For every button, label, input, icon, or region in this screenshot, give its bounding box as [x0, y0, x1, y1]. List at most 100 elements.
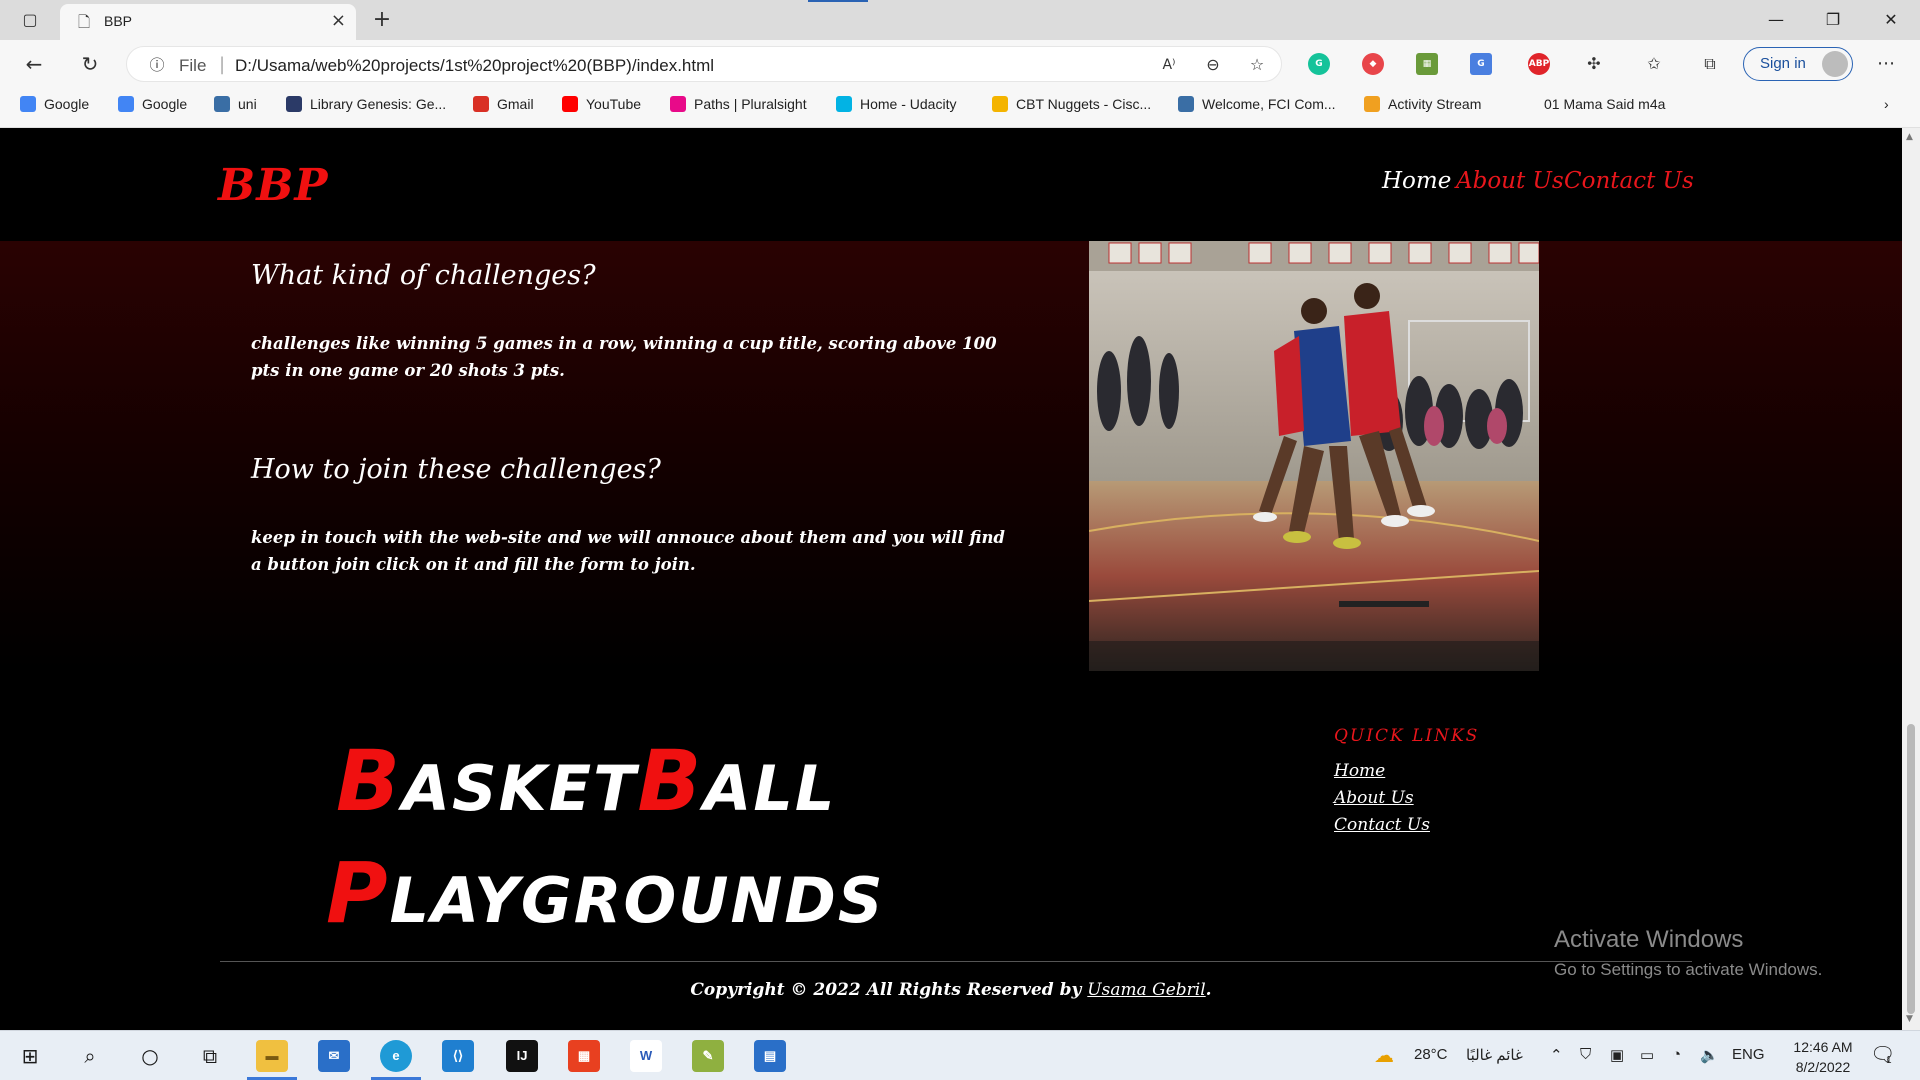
bookmark-label: Home - Udacity	[860, 96, 957, 112]
bookmark-label: Library Genesis: Ge...	[310, 96, 447, 112]
grammarly-icon[interactable]: G	[1308, 53, 1330, 75]
back-icon[interactable]: ←	[22, 52, 46, 76]
weather-text[interactable]: غائم غالبًا	[1466, 1046, 1523, 1064]
more-options-icon[interactable]: ⋯	[1874, 52, 1898, 76]
url-text[interactable]: D:/Usama/web%20projects/1st%20project%20…	[235, 56, 714, 76]
copyright-end: .	[1205, 980, 1212, 1000]
activate-windows-subtitle: Go to Settings to activate Windows.	[1554, 960, 1823, 979]
mail-icon[interactable]: ✉	[318, 1040, 350, 1072]
paint-icon[interactable]: ✎	[692, 1040, 724, 1072]
close-window-button[interactable]: ✕	[1871, 6, 1911, 34]
section-paragraph: keep in touch with the web-site and we w…	[251, 524, 1005, 578]
weather-temp[interactable]: 28°C	[1414, 1046, 1448, 1063]
clock-time: 12:46 AM	[1793, 1039, 1853, 1055]
restore-button[interactable]: ❐	[1813, 6, 1853, 34]
zoom-icon[interactable]: ⊖	[1201, 53, 1225, 77]
office-app-icon[interactable]: ▦	[568, 1040, 600, 1072]
bookmark-item[interactable]: Home - Udacity	[836, 96, 956, 112]
word-icon[interactable]: W	[630, 1040, 662, 1072]
volume-icon[interactable]: 🔈	[1700, 1046, 1719, 1064]
hidden-icons-chevron-icon[interactable]: ⌃	[1550, 1046, 1563, 1064]
cortana-icon[interactable]: ○	[134, 1040, 166, 1072]
read-aloud-icon[interactable]: A⁾	[1157, 53, 1181, 77]
vscode-icon[interactable]: ⟨⟩	[442, 1040, 474, 1072]
brand-initial: B	[637, 732, 704, 830]
section-paragraph: challenges like winning 5 games in a row…	[251, 330, 997, 384]
author-link[interactable]: Usama Gebril	[1087, 980, 1205, 1000]
extensions-icon[interactable]: ✣	[1582, 52, 1606, 76]
footer-brand-line2: PLAYGROUNDS	[326, 844, 885, 942]
bookmark-label: YouTube	[586, 96, 642, 112]
quick-link-home[interactable]: Home	[1334, 761, 1385, 781]
refresh-icon[interactable]: ↻	[78, 52, 102, 76]
bookmark-item[interactable]: Library Genesis: Ge...	[286, 96, 446, 112]
bookmark-label: Google	[142, 96, 188, 112]
favorites-icon[interactable]: ✩	[1642, 52, 1666, 76]
footer-divider	[220, 961, 1692, 962]
footer-brand-line1: BASKETBALL	[336, 732, 836, 830]
nav-home-link[interactable]: Home	[1382, 168, 1451, 194]
section-heading: How to join these challenges?	[251, 454, 661, 485]
scroll-up-icon[interactable]: ▲	[1906, 132, 1913, 142]
wifi-icon[interactable]: ◔	[1672, 1046, 1681, 1063]
bookmark-item[interactable]: YouTube	[562, 96, 641, 112]
store-icon[interactable]: ▤	[754, 1040, 786, 1072]
bookmarks-overflow-chevron-icon[interactable]: ›	[1884, 96, 1889, 112]
bookmark-item[interactable]: Google	[118, 96, 187, 112]
nav-about-link[interactable]: About Us	[1456, 168, 1564, 194]
meet-now-icon[interactable]: ▣	[1610, 1046, 1624, 1064]
page-scrollbar[interactable]: ▲ ▼	[1902, 128, 1920, 1030]
bookmark-item[interactable]: uni	[214, 96, 257, 112]
start-icon[interactable]: ⊞	[14, 1040, 46, 1072]
language-indicator[interactable]: ENG	[1732, 1046, 1765, 1063]
quick-link-contact[interactable]: Contact Us	[1334, 815, 1430, 835]
bookmark-label: Activity Stream	[1388, 96, 1482, 112]
bookmark-label: uni	[238, 96, 257, 112]
clock[interactable]: 12:46 AM 8/2/2022	[1778, 1037, 1868, 1077]
sign-in-label: Sign in	[1760, 55, 1806, 72]
web-page: BBP Home About Us Contact Us What kind o…	[0, 128, 1902, 1030]
close-tab-icon[interactable]: ×	[331, 10, 346, 31]
favorite-star-icon[interactable]: ☆	[1245, 53, 1269, 77]
new-tab-icon[interactable]: +	[370, 8, 394, 32]
bookmark-item[interactable]: CBT Nuggets - Cisc...	[992, 96, 1151, 112]
shield-extension-icon[interactable]: ◆	[1362, 53, 1384, 75]
weather-icon[interactable]: ☁	[1374, 1043, 1394, 1068]
google-icon	[118, 96, 134, 112]
bookmark-item[interactable]: Google	[20, 96, 89, 112]
tab-bbp[interactable]: 🗋 BBP ×	[60, 4, 356, 40]
windows-taskbar: ⊞ ⌕ ○ ⧉ ▬ ✉ e ⟨⟩ IJ ▦ W ✎ ▤ ☁ 28°C غائم …	[0, 1030, 1920, 1080]
tab-actions-icon[interactable]: ▢	[18, 8, 42, 32]
bookmark-item[interactable]: Welcome, FCI Com...	[1178, 96, 1336, 112]
bookmark-item[interactable]: Activity Stream	[1364, 96, 1481, 112]
file-explorer-icon[interactable]: ▬	[256, 1040, 288, 1072]
paragraph-line: a button join click on it and fill the f…	[251, 555, 696, 574]
library-icon	[286, 96, 302, 112]
bookmark-label: Paths | Pluralsight	[694, 96, 807, 112]
activate-windows-title: Activate Windows	[1554, 926, 1744, 953]
url-field[interactable]: ⓘ File | D:/Usama/web%20projects/1st%20p…	[126, 46, 1282, 82]
task-view-icon[interactable]: ⧉	[194, 1040, 226, 1072]
collections-icon[interactable]: ⧉	[1698, 52, 1722, 76]
site-logo[interactable]: BBP	[218, 160, 328, 211]
translate-icon[interactable]: G	[1470, 53, 1492, 75]
sign-in-button[interactable]: Sign in	[1743, 47, 1853, 81]
info-icon[interactable]: ⓘ	[145, 53, 169, 77]
intellij-icon[interactable]: IJ	[506, 1040, 538, 1072]
nav-contact-link[interactable]: Contact Us	[1564, 168, 1694, 194]
battery-icon[interactable]: ▭	[1640, 1046, 1654, 1064]
security-icon[interactable]: ⛉	[1580, 1046, 1591, 1063]
minimize-button[interactable]: —	[1756, 6, 1796, 34]
calendar-extension-icon[interactable]: ▦	[1416, 53, 1438, 75]
scroll-down-icon[interactable]: ▼	[1906, 1014, 1913, 1024]
bookmark-item[interactable]: 01 Mama Said m4a	[1544, 96, 1665, 112]
activity-icon	[1364, 96, 1380, 112]
edge-icon[interactable]: e	[380, 1040, 412, 1072]
bookmark-item[interactable]: Paths | Pluralsight	[670, 96, 807, 112]
scrollbar-thumb[interactable]	[1907, 724, 1915, 1014]
quick-link-about[interactable]: About Us	[1334, 788, 1414, 808]
search-icon[interactable]: ⌕	[74, 1040, 106, 1072]
bookmark-item[interactable]: Gmail	[473, 96, 534, 112]
brand-text: ALL	[703, 752, 837, 825]
adblock-icon[interactable]: ABP	[1528, 53, 1550, 75]
